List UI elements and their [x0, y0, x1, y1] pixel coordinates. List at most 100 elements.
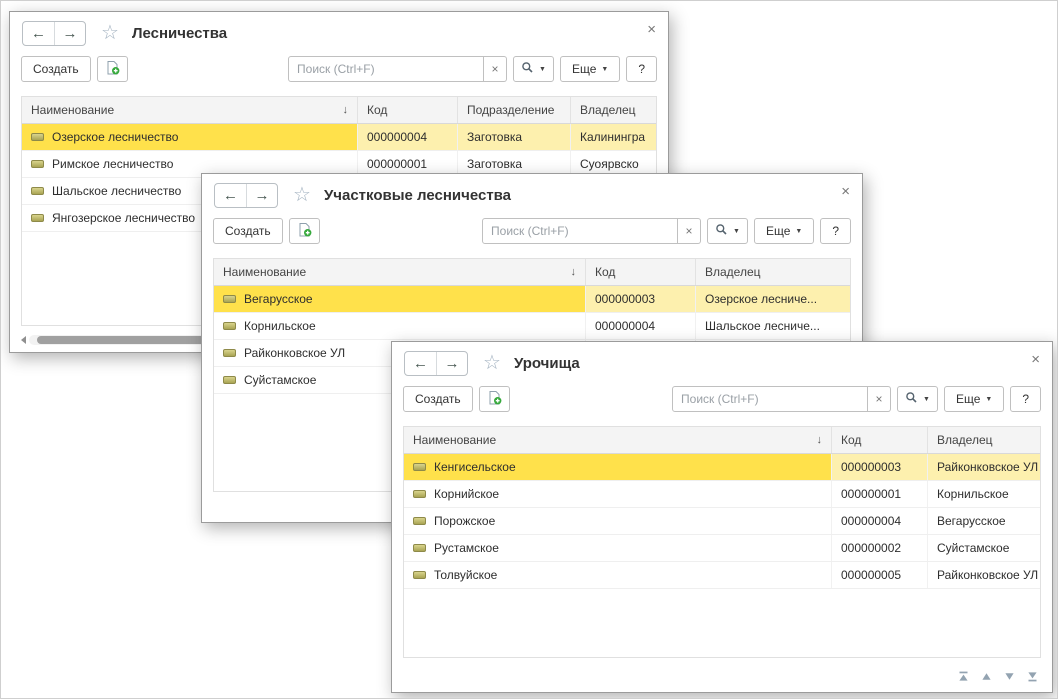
chevron-down-icon: ▼: [601, 66, 608, 73]
code-cell: 000000001: [832, 481, 928, 507]
catalog-item-icon: [413, 517, 426, 525]
owner-cell: Корнильское: [928, 481, 1040, 507]
clear-search-button[interactable]: ×: [484, 56, 507, 82]
row-name: Корнильское: [244, 319, 316, 333]
create-button[interactable]: Создать: [21, 56, 91, 82]
back-button[interactable]: ←: [215, 184, 246, 207]
search-box: ×: [482, 218, 701, 244]
table-row[interactable]: Рустамское 000000002 Суйстамское: [404, 535, 1040, 562]
go-first-button[interactable]: [957, 670, 970, 683]
row-name: Озерское лесничество: [52, 130, 178, 144]
row-name: Янгозерское лесничество: [52, 211, 195, 225]
department-cell: Заготовка: [458, 124, 571, 150]
search-input[interactable]: [288, 56, 484, 82]
help-button[interactable]: ?: [820, 218, 851, 244]
favorite-star-icon[interactable]: ☆: [101, 23, 119, 43]
chevron-down-icon: ▼: [923, 396, 930, 403]
forward-arrow-icon: →: [445, 355, 460, 372]
more-button[interactable]: Еще ▼: [754, 218, 814, 244]
close-icon[interactable]: ×: [1031, 352, 1040, 367]
forward-button[interactable]: →: [246, 184, 277, 207]
table-row[interactable]: Корнильское 000000004 Шальское лесниче..…: [214, 313, 850, 340]
more-label: Еще: [766, 224, 790, 238]
new-group-icon: [297, 222, 312, 240]
catalog-item-icon: [223, 295, 236, 303]
row-name: Толвуйское: [434, 568, 497, 582]
owner-cell: Озерское лесниче...: [696, 286, 850, 312]
back-button[interactable]: ←: [23, 22, 54, 45]
table-row[interactable]: Кенгисельское 000000003 Райконковское УЛ: [404, 454, 1040, 481]
create-group-button[interactable]: [479, 386, 510, 412]
table-row[interactable]: Толвуйское 000000005 Райконковское УЛ: [404, 562, 1040, 589]
search-input[interactable]: [482, 218, 678, 244]
create-button[interactable]: Создать: [213, 218, 283, 244]
forward-button[interactable]: →: [436, 352, 467, 375]
name-cell: Озерское лесничество: [22, 124, 358, 150]
create-button[interactable]: Создать: [403, 386, 473, 412]
chevron-down-icon: ▼: [795, 228, 802, 235]
more-button[interactable]: Еще ▼: [944, 386, 1004, 412]
favorite-star-icon[interactable]: ☆: [483, 353, 501, 373]
create-group-button[interactable]: [97, 56, 128, 82]
table-header: Наименование ↓ Код Подразделение Владеле…: [22, 97, 656, 124]
row-name: Шальское лесничество: [52, 184, 181, 198]
nav-history-group: ← →: [22, 21, 86, 46]
titlebar[interactable]: ← → ☆ Лесничества ×: [10, 12, 668, 54]
column-header-code[interactable]: Код: [832, 427, 928, 453]
scroll-left-icon[interactable]: [21, 336, 26, 344]
column-header-owner[interactable]: Владелец: [571, 97, 656, 123]
more-button[interactable]: Еще ▼: [560, 56, 620, 82]
row-name: Порожское: [434, 514, 495, 528]
clear-search-button[interactable]: ×: [678, 218, 701, 244]
close-icon[interactable]: ×: [647, 22, 656, 37]
back-button[interactable]: ←: [405, 352, 436, 375]
favorite-star-icon[interactable]: ☆: [293, 185, 311, 205]
chevron-down-icon: ▼: [539, 66, 546, 73]
column-header-name[interactable]: Наименование ↓: [404, 427, 832, 453]
search-settings-button[interactable]: ▼: [897, 386, 938, 412]
catalog-item-icon: [31, 187, 44, 195]
toolbar: Создать × ▼ Еще ▼ ?: [202, 216, 862, 253]
create-group-button[interactable]: [289, 218, 320, 244]
help-button[interactable]: ?: [1010, 386, 1041, 412]
owner-cell: Вегарусское: [928, 508, 1040, 534]
column-header-name[interactable]: Наименование ↓: [214, 259, 586, 285]
column-header-owner[interactable]: Владелец: [928, 427, 1040, 453]
catalog-item-icon: [31, 160, 44, 168]
column-label: Наименование: [31, 103, 114, 117]
row-name: Райконковское УЛ: [244, 346, 345, 360]
forward-arrow-icon: →: [255, 187, 270, 204]
code-cell: 000000005: [832, 562, 928, 588]
forward-button[interactable]: →: [54, 22, 85, 45]
magnifier-icon: [905, 391, 918, 407]
column-header-name[interactable]: Наименование ↓: [22, 97, 358, 123]
titlebar[interactable]: ← → ☆ Участковые лесничества ×: [202, 174, 862, 216]
search-box: ×: [288, 56, 507, 82]
table-row[interactable]: Вегарусское 000000003 Озерское лесниче..…: [214, 286, 850, 313]
table-row[interactable]: Порожское 000000004 Вегарусское: [404, 508, 1040, 535]
catalog-item-icon: [223, 349, 236, 357]
titlebar[interactable]: ← → ☆ Урочища ×: [392, 342, 1052, 384]
code-cell: 000000004: [358, 124, 458, 150]
column-header-code[interactable]: Код: [586, 259, 696, 285]
close-icon[interactable]: ×: [841, 184, 850, 199]
clear-search-button[interactable]: ×: [868, 386, 891, 412]
search-settings-button[interactable]: ▼: [513, 56, 554, 82]
search-input[interactable]: [672, 386, 868, 412]
table-row[interactable]: Озерское лесничество 000000004 Заготовка…: [22, 124, 656, 151]
owner-cell: Райконковское УЛ: [928, 454, 1040, 480]
go-last-button[interactable]: [1026, 670, 1039, 683]
column-header-department[interactable]: Подразделение: [458, 97, 571, 123]
go-previous-button[interactable]: [980, 670, 993, 683]
help-button[interactable]: ?: [626, 56, 657, 82]
table-row[interactable]: Корнийское 000000001 Корнильское: [404, 481, 1040, 508]
window-tracts: ← → ☆ Урочища × Создать × ▼ Еще ▼: [391, 341, 1053, 693]
column-header-code[interactable]: Код: [358, 97, 458, 123]
new-group-icon: [105, 60, 120, 78]
name-cell: Рустамское: [404, 535, 832, 561]
name-cell: Порожское: [404, 508, 832, 534]
go-next-button[interactable]: [1003, 670, 1016, 683]
column-header-owner[interactable]: Владелец: [696, 259, 850, 285]
toolbar: Создать × ▼ Еще ▼ ?: [10, 54, 668, 91]
search-settings-button[interactable]: ▼: [707, 218, 748, 244]
